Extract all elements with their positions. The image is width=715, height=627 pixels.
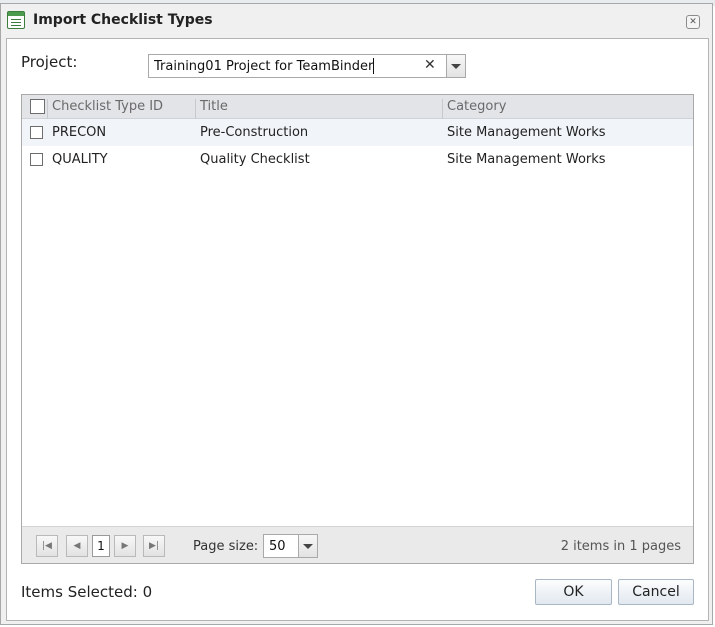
- cell-checklist-type-id: QUALITY: [52, 152, 108, 167]
- checklist-icon: [7, 11, 25, 29]
- import-checklist-types-dialog: Import Checklist Types ✕ Project: Traini…: [0, 3, 713, 625]
- table-row[interactable]: PRECON Pre-Construction Site Management …: [22, 119, 693, 146]
- row-checkbox[interactable]: [30, 126, 43, 139]
- chevron-down-icon[interactable]: [298, 535, 317, 557]
- items-selected-label: Items Selected:: [21, 583, 138, 601]
- cell-title: Quality Checklist: [200, 152, 310, 167]
- row-checkbox[interactable]: [30, 153, 43, 166]
- checklist-types-grid: Checklist Type ID Title Category PRECON …: [21, 94, 694, 564]
- close-icon: ✕: [689, 17, 697, 27]
- last-page-icon: ▶|: [149, 541, 159, 551]
- page-size-select[interactable]: 50: [263, 534, 318, 558]
- current-page-number[interactable]: 1: [92, 535, 110, 557]
- clear-icon[interactable]: ✕: [424, 57, 436, 73]
- page-size-value: 50: [269, 539, 286, 554]
- cancel-button[interactable]: Cancel: [618, 579, 694, 605]
- next-page-button[interactable]: ▶: [114, 535, 136, 557]
- items-selected-status: Items Selected: 0: [21, 583, 152, 601]
- pager-info: 2 items in 1 pages: [560, 539, 681, 554]
- column-header-category[interactable]: Category: [442, 99, 693, 119]
- cell-category: Site Management Works: [447, 152, 606, 167]
- cell-checklist-type-id: PRECON: [52, 125, 107, 140]
- dialog-titlebar: Import Checklist Types ✕: [1, 4, 712, 38]
- select-all-checkbox[interactable]: [30, 99, 45, 114]
- project-input[interactable]: Training01 Project for TeamBinder: [154, 59, 373, 74]
- table-row[interactable]: QUALITY Quality Checklist Site Managemen…: [22, 146, 693, 173]
- first-page-button[interactable]: |◀: [36, 535, 58, 557]
- chevron-down-icon[interactable]: [446, 55, 465, 77]
- first-page-icon: |◀: [42, 541, 52, 551]
- page-size-label: Page size:: [193, 539, 259, 554]
- prev-page-button[interactable]: ◀: [66, 535, 88, 557]
- project-label: Project:: [21, 53, 78, 71]
- dialog-content: Project: Training01 Project for TeamBind…: [6, 38, 709, 621]
- grid-pager: |◀ ◀ 1 ▶ ▶| Page size: 50 2 items in 1 p…: [22, 526, 693, 563]
- column-header-checklist-type-id[interactable]: Checklist Type ID: [47, 99, 195, 119]
- last-page-button[interactable]: ▶|: [143, 535, 165, 557]
- column-header-title[interactable]: Title: [195, 99, 442, 119]
- cell-category: Site Management Works: [447, 125, 606, 140]
- dialog-title: Import Checklist Types: [33, 12, 213, 28]
- close-button[interactable]: ✕: [686, 15, 700, 29]
- next-page-icon: ▶: [121, 541, 129, 551]
- items-selected-count: 0: [142, 583, 153, 601]
- ok-button[interactable]: OK: [535, 579, 612, 605]
- text-cursor: [373, 58, 374, 74]
- prev-page-icon: ◀: [73, 541, 81, 551]
- cell-title: Pre-Construction: [200, 125, 309, 140]
- grid-header: Checklist Type ID Title Category: [22, 95, 693, 119]
- project-combobox[interactable]: Training01 Project for TeamBinder ✕: [148, 54, 466, 78]
